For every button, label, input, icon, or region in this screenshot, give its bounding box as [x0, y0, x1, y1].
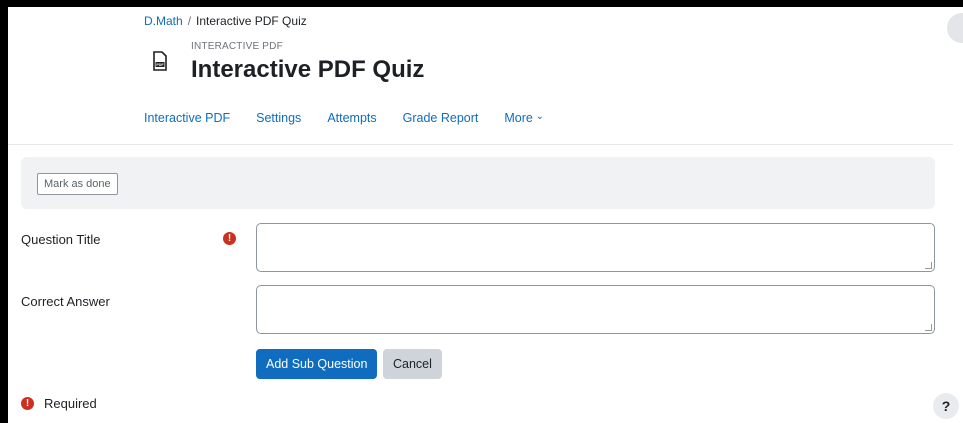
help-button[interactable]: ? [933, 393, 959, 419]
pdf-file-icon: PDF [144, 45, 176, 77]
svg-text:PDF: PDF [156, 63, 164, 67]
breadcrumb: D.Math / Interactive PDF Quiz [144, 14, 307, 28]
required-icon: ! [223, 232, 236, 245]
cancel-button[interactable]: Cancel [383, 349, 442, 379]
required-icon: ! [21, 397, 34, 410]
header-divider [8, 144, 953, 145]
secondary-navigation: Interactive PDF Settings Attempts Grade … [144, 111, 544, 125]
tab-attempts[interactable]: Attempts [327, 111, 376, 125]
question-title-input[interactable] [256, 223, 935, 272]
required-legend: ! Required [21, 396, 97, 411]
avatar[interactable] [947, 13, 963, 43]
tab-more-dropdown[interactable]: More [504, 111, 544, 125]
breadcrumb-separator: / [187, 14, 192, 28]
activity-completion-bar: Mark as done [21, 157, 935, 209]
required-legend-text: Required [44, 396, 97, 411]
correct-answer-input[interactable] [256, 285, 935, 334]
page: D.Math / Interactive PDF Quiz PDF INTERACT… [8, 7, 963, 423]
correct-answer-label: Correct Answer [21, 294, 110, 309]
question-title-label: Question Title [21, 232, 101, 247]
mark-as-done-button[interactable]: Mark as done [37, 173, 118, 195]
breadcrumb-course-link[interactable]: D.Math [144, 14, 183, 28]
page-title: Interactive PDF Quiz [191, 56, 425, 83]
tab-grade-report[interactable]: Grade Report [403, 111, 479, 125]
question-title-row: Question Title ! [21, 223, 941, 275]
correct-answer-row: Correct Answer [21, 285, 941, 337]
tab-settings[interactable]: Settings [256, 111, 301, 125]
add-sub-question-button[interactable]: Add Sub Question [256, 349, 378, 379]
activity-type-label: INTERACTIVE PDF [191, 41, 283, 52]
tab-interactive-pdf[interactable]: Interactive PDF [144, 111, 230, 125]
breadcrumb-current: Interactive PDF Quiz [196, 14, 307, 28]
